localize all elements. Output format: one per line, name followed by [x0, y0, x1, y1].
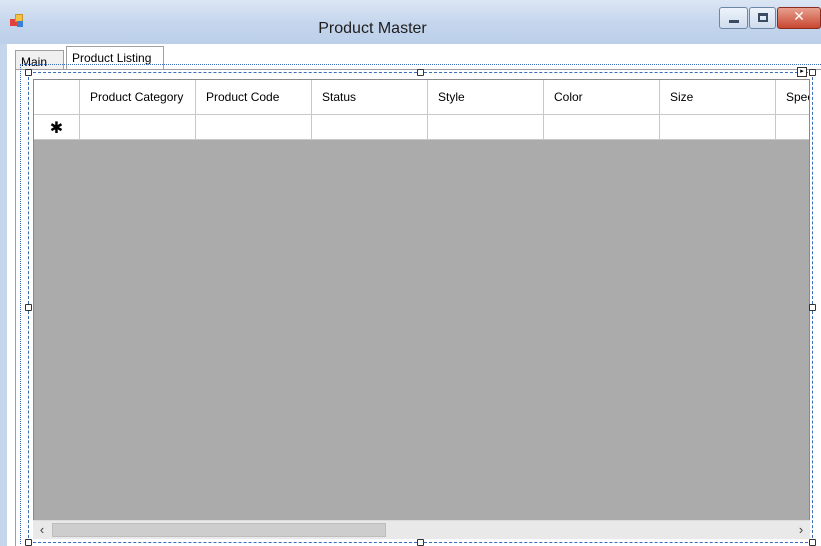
close-button[interactable]: ✕ — [777, 7, 821, 29]
smart-tag-icon[interactable]: ▸ — [797, 67, 807, 77]
window-title: Product Master — [318, 20, 427, 37]
close-icon: ✕ — [793, 9, 805, 25]
resize-handle-top[interactable] — [417, 69, 424, 76]
resize-handle-top-left[interactable] — [25, 69, 32, 76]
window-frame-left — [0, 44, 7, 546]
maximize-button[interactable] — [749, 7, 776, 29]
minimize-icon — [729, 20, 739, 23]
maximize-icon — [758, 13, 768, 22]
minimize-button[interactable] — [719, 7, 748, 29]
resize-handle-left[interactable] — [25, 304, 32, 311]
resize-handle-bottom[interactable] — [417, 539, 424, 546]
title-bar[interactable]: Product Master ✕ — [0, 0, 821, 45]
resize-handle-right[interactable] — [809, 304, 816, 311]
resize-handle-top-right[interactable] — [809, 69, 816, 76]
resize-handle-bottom-right[interactable] — [809, 539, 816, 546]
resize-handle-bottom-left[interactable] — [25, 539, 32, 546]
grid-selection-outline — [28, 72, 813, 543]
